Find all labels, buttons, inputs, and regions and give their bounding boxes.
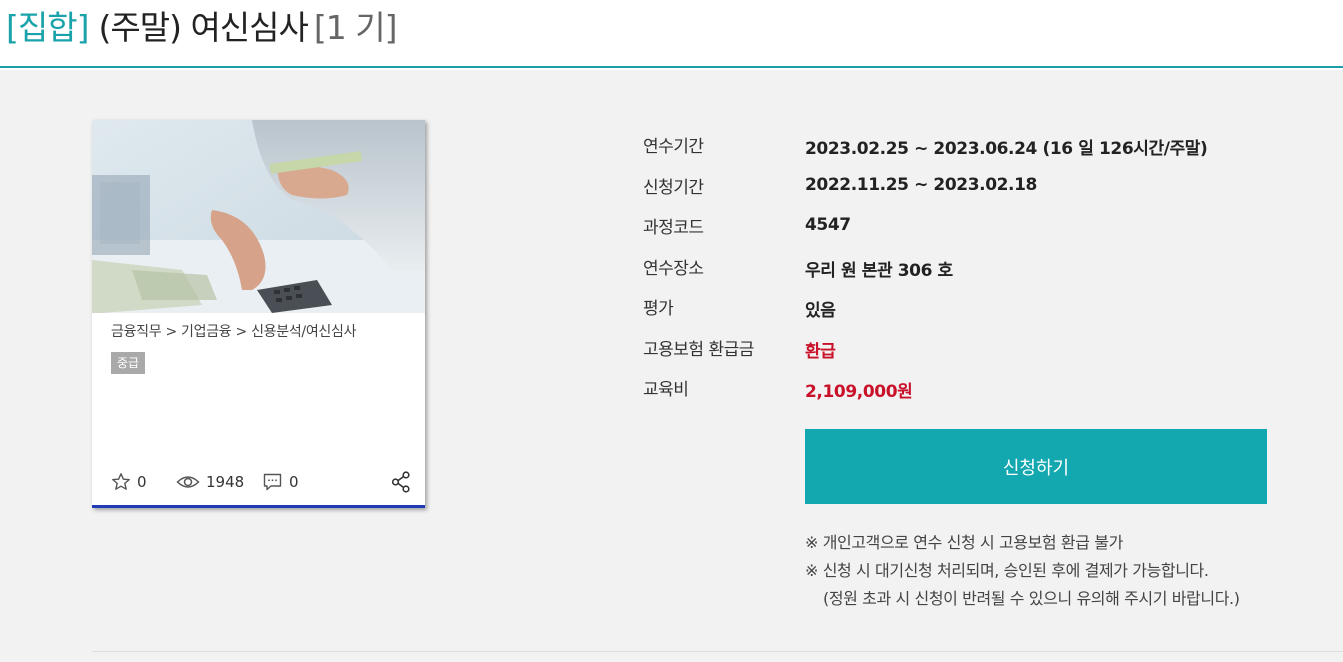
info-label: 교육비 [643,380,689,400]
info-value: 4547 [805,215,851,235]
info-label: 고용보험 환급금 [643,340,754,360]
page-title: [집합] (주말) 여신심사 [1 기] [6,6,397,50]
card-stats: 0 1948 0 [111,470,411,494]
info-value: 2023.02.25 ~ 2023.06.24 (16 일 126시간/주말) [805,139,1208,159]
level-badge: 중급 [111,352,146,374]
info-value: 있음 [805,301,836,321]
info-value: 우리 원 본관 306 호 [805,261,953,281]
comment-stat[interactable]: 0 [262,470,299,494]
apply-button[interactable]: 신청하기 [805,429,1267,504]
info-value: 환급 [805,342,836,362]
like-stat[interactable]: 0 [111,470,147,494]
notice-item: ※ 신청 시 대기신청 처리되며, 승인된 후에 결제가 가능합니다. [805,561,1209,580]
eye-icon [176,476,200,488]
view-count: 1948 [206,473,245,491]
share-icon [391,471,410,493]
course-card: 금융직무 > 기업금융 > 신용분석/여신심사 중급 0 1948 0 [92,120,425,508]
info-label: 과정코드 [643,218,704,238]
notice-item: ※ 개인고객으로 연수 신청 시 고용보험 환급 불가 [805,533,1123,552]
notice-list: ※ 개인고객으로 연수 신청 시 고용보험 환급 불가 ※ 신청 시 대기신청 … [805,530,1240,614]
like-count: 0 [137,473,147,491]
comment-icon [263,473,282,491]
star-icon [112,473,130,490]
category-breadcrumb: 금융직무 > 기업금융 > 신용분석/여신심사 [111,324,357,340]
course-type: [집합] [6,8,89,47]
info-label: 연수기간 [643,137,704,157]
share-button[interactable] [391,470,411,494]
divider [92,651,1343,652]
notice-item: (정원 초과 시 신청이 반려될 수 있으니 유의해 주시기 바랍니다.) [823,589,1240,608]
comment-count: 0 [289,473,299,491]
info-label: 신청기간 [643,178,704,198]
course-generation: [1 기] [313,8,398,47]
calculator-photo-illustration [92,120,425,313]
info-label: 연수장소 [643,259,704,279]
info-value: 2,109,000원 [805,382,913,402]
info-value: 2022.11.25 ~ 2023.02.18 [805,175,1037,195]
info-label: 평가 [643,299,674,319]
course-detail-section: 금융직무 > 기업금융 > 신용분석/여신심사 중급 0 1948 0 연수기간… [0,70,1343,662]
title-bar: [집합] (주말) 여신심사 [1 기] [0,0,1343,68]
course-name: (주말) 여신심사 [98,8,308,47]
course-image [92,120,425,313]
view-stat: 1948 [176,470,244,494]
